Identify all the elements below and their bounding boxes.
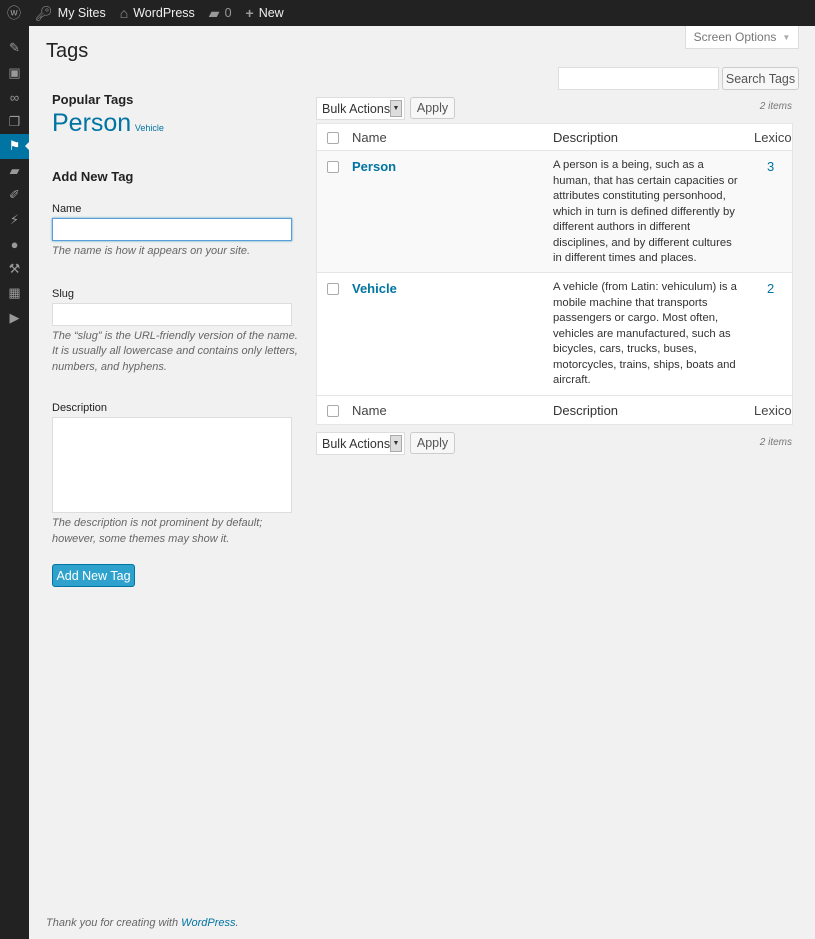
add-tag-heading: Add New Tag: [52, 169, 134, 184]
footer-text: Thank you for creating with WordPress.: [46, 917, 239, 929]
pin-icon[interactable]: ✎: [0, 36, 29, 61]
tag-link-vehicle[interactable]: Vehicle: [135, 123, 164, 133]
tag-link-person[interactable]: Person: [52, 109, 131, 137]
users-icon[interactable]: ●: [0, 232, 29, 257]
caret-down-icon: ▼: [782, 32, 791, 42]
add-tag-form: Add New Tag Name The name is how it appe…: [52, 169, 300, 587]
footer-period: .: [235, 917, 239, 929]
tag-name-link[interactable]: Person: [352, 159, 396, 174]
page-title: Tags: [46, 40, 89, 62]
comments-menu[interactable]: ▰ 0: [202, 0, 239, 26]
column-description: Description: [553, 130, 619, 145]
column-lexicon-footer[interactable]: Lexicon: [754, 403, 792, 418]
site-menu[interactable]: ⌂ WordPress: [113, 0, 202, 26]
comments-icon[interactable]: ▰: [0, 159, 29, 184]
key-icon: 🔑︎: [35, 4, 53, 21]
bulk-actions-select-top[interactable]: Bulk Actions ▼: [316, 97, 405, 120]
apply-button-top[interactable]: Apply: [410, 97, 455, 119]
table-row: Vehicle A vehicle (from Latin: vehiculum…: [317, 273, 792, 396]
caret-down-icon: ▼: [390, 435, 402, 452]
play-icon[interactable]: ▶: [0, 306, 29, 331]
admin-bar: ⓦ 🔑︎ My Sites ⌂ WordPress ▰ 0 + New: [0, 0, 815, 26]
tag-count-link[interactable]: 3: [767, 159, 774, 174]
table-footer: Name Description Lexicon: [317, 396, 792, 424]
items-count-top: 2 items: [759, 101, 792, 112]
column-lexicon[interactable]: Lexicon: [754, 130, 792, 145]
slug-hint: The “slug” is the URL-friendly version o…: [52, 329, 298, 373]
slug-input[interactable]: [52, 302, 292, 326]
my-sites-menu[interactable]: 🔑︎ My Sites: [28, 0, 113, 26]
comments-count: 0: [224, 6, 232, 20]
name-input[interactable]: [52, 218, 292, 241]
popular-tags-heading: Popular Tags: [52, 92, 134, 107]
tools-icon[interactable]: ⚒: [0, 257, 29, 282]
site-label: WordPress: [133, 6, 195, 20]
items-count-bottom: 2 items: [759, 437, 792, 448]
footer-thanks: Thank you for creating with: [46, 917, 182, 929]
select-all-checkbox-bottom[interactable]: [327, 405, 339, 417]
table-row: Person A person is a being, such as a hu…: [317, 151, 792, 273]
plus-icon: +: [245, 5, 254, 21]
name-label: Name: [52, 203, 82, 215]
row-checkbox[interactable]: [327, 283, 339, 295]
tag-description: A person is a being, such as a human, th…: [553, 159, 738, 264]
column-name[interactable]: Name: [352, 130, 387, 145]
search-tags-button[interactable]: Search Tags: [722, 67, 799, 90]
bulk-actions-label: Bulk Actions: [322, 436, 391, 451]
search-input[interactable]: [558, 67, 719, 90]
new-content-menu[interactable]: + New: [239, 0, 291, 26]
wordpress-link[interactable]: WordPress: [181, 917, 235, 929]
column-description-footer: Description: [553, 403, 619, 418]
tag-name-link[interactable]: Vehicle: [352, 281, 397, 296]
appearance-icon[interactable]: ✐: [0, 183, 29, 208]
caret-down-icon: ▼: [390, 100, 402, 117]
link-icon[interactable]: ∞: [0, 85, 29, 110]
tag-description: A vehicle (from Latin: vehiculum) is a m…: [553, 281, 737, 386]
wordpress-logo-icon: ⓦ: [7, 5, 21, 21]
wordpress-logo-menu[interactable]: ⓦ: [0, 0, 28, 26]
row-checkbox[interactable]: [327, 161, 339, 173]
apply-button-bottom[interactable]: Apply: [410, 432, 455, 454]
description-hint: The description is not prominent by defa…: [52, 517, 263, 545]
description-label: Description: [52, 402, 108, 414]
settings-icon[interactable]: ▦: [0, 281, 29, 306]
my-sites-label: My Sites: [57, 6, 106, 20]
name-hint: The name is how it appears on your site.: [52, 245, 251, 257]
slug-label: Slug: [52, 287, 75, 300]
comment-icon: ▰: [208, 4, 220, 21]
education-icon[interactable]: ⚑: [0, 134, 29, 159]
tags-table: Name Description Lexicon Person A person…: [316, 123, 793, 425]
tag-count-link[interactable]: 2: [767, 281, 774, 296]
table-header: Name Description Lexicon: [317, 124, 792, 151]
media-icon[interactable]: ▣: [0, 61, 29, 86]
select-all-checkbox[interactable]: [327, 132, 339, 144]
new-label: New: [258, 6, 284, 20]
plugins-icon[interactable]: ⚡︎: [0, 208, 29, 233]
bulk-actions-select-bottom[interactable]: Bulk Actions ▼: [316, 432, 405, 455]
pages-icon[interactable]: ❐: [0, 110, 29, 135]
column-name-footer[interactable]: Name: [352, 403, 387, 418]
add-new-tag-button[interactable]: Add New Tag: [52, 564, 135, 587]
screen-options-button[interactable]: Screen Options ▼: [685, 26, 799, 49]
popular-tags: Popular Tags Person Vehicle: [52, 92, 300, 138]
description-textarea[interactable]: [52, 417, 292, 513]
bulk-actions-label: Bulk Actions: [322, 101, 391, 116]
home-icon: ⌂: [119, 5, 129, 21]
admin-menu: ✎ ▣ ∞ ❐ ⚑ ▰ ✐ ⚡︎ ● ⚒ ▦ ▶: [0, 26, 29, 939]
screen-options-label: Screen Options: [693, 30, 777, 44]
